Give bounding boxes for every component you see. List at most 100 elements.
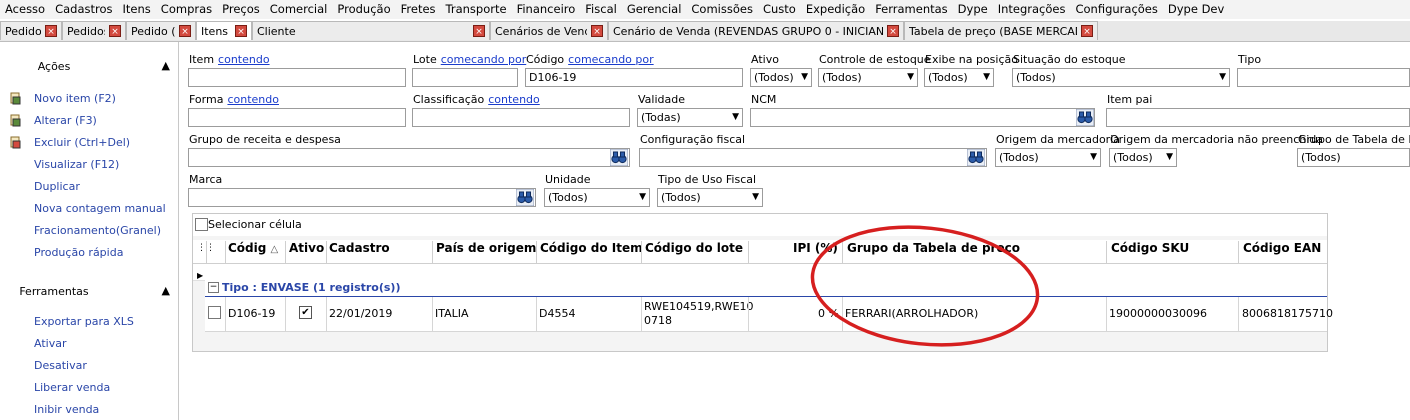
acoes-section-header[interactable]: Ações ▲ — [4, 57, 176, 77]
close-icon[interactable]: × — [45, 25, 57, 37]
cell-codigo-lote-line1: RWE104519,RWE10 — [644, 300, 754, 313]
col-header-ean[interactable]: Código EAN — [1243, 241, 1321, 263]
origem-nao-preenchida-select[interactable]: (Todos) ▼ — [1109, 148, 1177, 167]
exibe-posicao-select[interactable]: (Todos) ▼ — [924, 68, 994, 87]
col-header-codigo-lote[interactable]: Código do lote — [645, 241, 743, 263]
sidebar-action-acoes-4[interactable]: Duplicar — [34, 180, 80, 193]
menu-item-8[interactable]: Transporte — [441, 0, 512, 19]
menu-item-12[interactable]: Comissões — [686, 0, 758, 19]
menu-item-7[interactable]: Fretes — [396, 0, 441, 19]
row-select-checkbox[interactable] — [208, 306, 221, 319]
tab-3[interactable]: Itens × — [196, 21, 252, 40]
sidebar-action-acoes-5[interactable]: Nova contagem manual — [34, 202, 166, 215]
tipo-uso-fiscal-select[interactable]: (Todos) ▼ — [657, 188, 763, 207]
sidebar-action-ferramentas-2[interactable]: Desativar — [34, 359, 87, 372]
tipo-input[interactable] — [1237, 68, 1410, 87]
grupo-tabela-preco-label: Grupo de Tabela de Pre — [1298, 133, 1410, 146]
sidebar-action-ferramentas-3[interactable]: Liberar venda — [34, 381, 110, 394]
menu-item-3[interactable]: Compras — [156, 0, 217, 19]
codigo-match-mode-link[interactable]: comecando por — [568, 53, 653, 66]
controle-estoque-select[interactable]: (Todos) ▼ — [818, 68, 918, 87]
menu-item-1[interactable]: Cadastros — [50, 0, 117, 19]
ferramentas-section-header[interactable]: Ferramentas ▲ — [4, 282, 176, 302]
menu-item-4[interactable]: Preços — [217, 0, 265, 19]
lote-match-mode-link[interactable]: comecando por — [441, 53, 526, 66]
ncm-search-binoculars-icon[interactable] — [1076, 109, 1094, 126]
col-header-sku[interactable]: Código SKU — [1111, 241, 1189, 263]
menu-item-16[interactable]: Dype — [953, 0, 993, 19]
close-icon[interactable]: × — [473, 25, 485, 37]
close-icon[interactable]: × — [1081, 25, 1093, 37]
ativo-select[interactable]: (Todos) ▼ — [750, 68, 812, 87]
classificacao-input[interactable] — [412, 108, 630, 127]
close-icon[interactable]: × — [887, 25, 899, 37]
forma-match-mode-link[interactable]: contendo — [227, 93, 279, 106]
sidebar-action-acoes-2[interactable]: Excluir (Ctrl+Del) — [34, 136, 130, 149]
sidebar-action-ferramentas-0[interactable]: Exportar para XLS — [34, 315, 134, 328]
marca-binoculars-icon[interactable] — [516, 189, 534, 206]
origem-mercadoria-select[interactable]: (Todos) ▼ — [995, 148, 1101, 167]
sidebar-action-acoes-6[interactable]: Fracionamento(Granel) — [34, 224, 161, 237]
codigo-input[interactable]: D106-19 — [525, 68, 743, 87]
col-header-ativo[interactable]: Ativo — [289, 241, 324, 263]
item-pai-input[interactable] — [1106, 108, 1410, 127]
grid-filter-row[interactable] — [193, 264, 1327, 281]
menu-item-15[interactable]: Ferramentas — [870, 0, 952, 19]
menu-item-13[interactable]: Custo — [758, 0, 801, 19]
close-icon[interactable]: × — [179, 25, 191, 37]
ferramentas-title: Ferramentas — [19, 285, 89, 298]
sidebar-action-acoes-0[interactable]: Novo item (F2) — [34, 92, 116, 105]
close-icon[interactable]: × — [235, 25, 247, 37]
menu-item-19[interactable]: Dype Dev — [1163, 0, 1229, 19]
ncm-input[interactable] — [750, 108, 1095, 127]
menu-item-9[interactable]: Financeiro — [512, 0, 581, 19]
collapse-group-icon[interactable]: − — [208, 282, 219, 293]
tab-1[interactable]: Pedidos × — [62, 21, 126, 40]
tab-6[interactable]: Cenário de Venda (REVENDAS GRUPO 0 - INI… — [608, 21, 904, 40]
menu-item-5[interactable]: Comercial — [265, 0, 333, 19]
tab-2[interactable]: Pedido () × — [126, 21, 196, 40]
sidebar-action-acoes-3[interactable]: Visualizar (F12) — [34, 158, 119, 171]
menu-item-6[interactable]: Produção — [332, 0, 395, 19]
col-header-codigo[interactable]: Códig △ — [228, 241, 278, 263]
close-icon[interactable]: × — [591, 25, 603, 37]
sidebar-action-acoes-7[interactable]: Produção rápida — [34, 246, 123, 259]
validade-select[interactable]: (Todas) ▼ — [637, 108, 743, 127]
col-header-pais[interactable]: País de origem — [436, 241, 536, 263]
menu-item-10[interactable]: Fiscal — [580, 0, 622, 19]
unidade-select[interactable]: (Todos) ▼ — [544, 188, 650, 207]
marca-input[interactable] — [188, 188, 536, 207]
config-fiscal-binoculars-icon[interactable] — [967, 149, 985, 166]
select-cell-checkbox[interactable] — [195, 218, 208, 231]
menu-item-17[interactable]: Integrações — [993, 0, 1071, 19]
collapse-up-icon[interactable]: ▲ — [162, 59, 170, 72]
menu-item-0[interactable]: Acesso — [0, 0, 50, 19]
tab-7[interactable]: Tabela de preço (BASE MERCADO) × — [904, 21, 1098, 40]
menu-item-2[interactable]: Itens — [118, 0, 156, 19]
grupo-receita-input[interactable] — [188, 148, 630, 167]
sidebar-action-ferramentas-1[interactable]: Ativar — [34, 337, 66, 350]
menu-item-14[interactable]: Expedição — [801, 0, 870, 19]
lote-input[interactable] — [412, 68, 518, 87]
tab-4[interactable]: Cliente × — [252, 21, 490, 40]
menu-item-11[interactable]: Gerencial — [622, 0, 687, 19]
forma-input[interactable] — [188, 108, 406, 127]
item-input[interactable] — [188, 68, 406, 87]
sidebar-action-acoes-1[interactable]: Alterar (F3) — [34, 114, 97, 127]
sidebar-action-ferramentas-4[interactable]: Inibir venda — [34, 403, 99, 416]
cell-ativo-checkbox[interactable]: ✔ — [299, 306, 312, 319]
situacao-estoque-select[interactable]: (Todos) ▼ — [1012, 68, 1230, 87]
config-fiscal-input[interactable] — [639, 148, 987, 167]
menu-item-18[interactable]: Configurações — [1070, 0, 1162, 19]
col-header-codigo-item[interactable]: Código do Item — [540, 241, 643, 263]
item-match-mode-link[interactable]: contendo — [218, 53, 270, 66]
col-header-cadastro[interactable]: Cadastro — [329, 241, 390, 263]
tab-5[interactable]: Cenários de Venda × — [490, 21, 608, 40]
tab-0[interactable]: Pedidos × — [0, 21, 62, 40]
classificacao-match-mode-link[interactable]: contendo — [488, 93, 540, 106]
collapse-up-icon[interactable]: ▲ — [162, 284, 170, 297]
grupo-receita-binoculars-icon[interactable] — [610, 149, 628, 166]
close-icon[interactable]: × — [109, 25, 121, 37]
grupo-tabela-preco-select[interactable]: (Todos) — [1297, 148, 1410, 167]
cell-ean: 8006818175710 — [1242, 307, 1333, 320]
